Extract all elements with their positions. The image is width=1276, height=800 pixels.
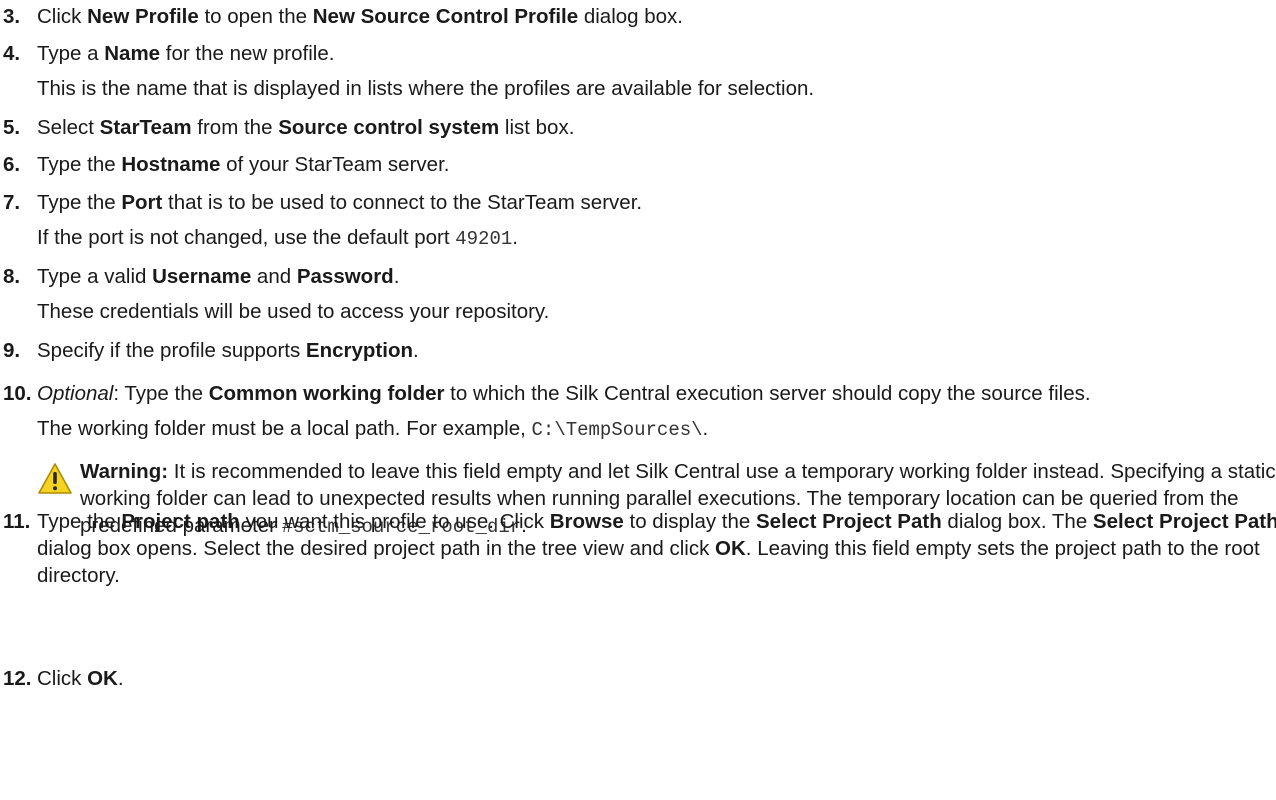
text-run: list box.	[499, 116, 575, 139]
italic-term: Optional	[37, 382, 114, 405]
step-number: 9.	[3, 339, 21, 362]
step-number: 10.	[3, 382, 32, 405]
text-run: Type the	[37, 153, 122, 176]
warning-heading: Warning:	[80, 460, 169, 483]
bold-term: Encryption	[305, 339, 413, 362]
text-run: This is the name that is displayed in li…	[37, 77, 815, 100]
list-item: 9. Specify if the profile supports Encryp…	[0, 337, 1276, 364]
bold-term: Name	[104, 42, 161, 65]
bold-term: OK	[87, 667, 118, 690]
text-run: from the	[191, 116, 279, 139]
list-item: 11. Type the Project path you want this p…	[0, 508, 1276, 589]
list-item: 3. Click New Profile to open the New Sour…	[0, 3, 1276, 30]
step-text: Click OK.	[37, 665, 1276, 692]
step-note: The working folder must be a local path.…	[37, 415, 1276, 444]
step-note: These credentials will be used to access…	[37, 298, 1276, 325]
list-item: 4. Type a Name for the new profile. This i…	[0, 40, 1276, 102]
step-number: 8.	[3, 265, 21, 288]
bold-term: Browse	[549, 510, 624, 533]
step-text: Click New Profile to open the New Source…	[37, 3, 1276, 30]
text-run: Specify if the profile supports	[37, 339, 306, 362]
text-run: These credentials will be used to access…	[37, 300, 550, 323]
step-note: If the port is not changed, use the defa…	[37, 224, 1276, 253]
text-run: Click	[37, 667, 88, 690]
text-run: to which the Silk Central execution serv…	[444, 382, 1091, 405]
bold-term: Select Project Path	[756, 510, 942, 533]
text-run: .	[413, 339, 419, 362]
bold-term: OK	[715, 537, 746, 560]
text-run: : Type the	[113, 382, 209, 405]
bold-term: StarTeam	[99, 116, 192, 139]
warning-triangle-icon	[38, 463, 72, 494]
bold-term: Common working folder	[208, 382, 445, 405]
text-run: .	[393, 265, 400, 288]
step-text: Type the Hostname of your StarTeam serve…	[37, 151, 1276, 178]
step-number: 4.	[3, 42, 21, 65]
code-literal: 49201	[455, 228, 513, 250]
text-run: for the new profile.	[160, 42, 335, 65]
bold-term: Select Project Path	[1092, 510, 1276, 533]
text-run: to open the	[198, 5, 313, 28]
text-run: you want this profile to use. Click	[239, 510, 550, 533]
text-run: dialog box opens. Select the desired pro…	[37, 537, 716, 560]
list-item: 8. Type a valid Username and Password. The…	[0, 263, 1276, 325]
step-text: Type the Project path you want this prof…	[37, 508, 1276, 589]
list-item: 7. Type the Port that is to be used to co…	[0, 189, 1276, 253]
text-run: dialog box. The	[941, 510, 1093, 533]
step-number: 5.	[3, 116, 21, 139]
bold-term: Hostname	[121, 153, 221, 176]
step-text: Type the Port that is to be used to conn…	[37, 189, 1276, 216]
step-text: Type a Name for the new profile.	[37, 40, 1276, 67]
step-text: Type a valid Username and Password.	[37, 263, 1276, 290]
step-note: This is the name that is displayed in li…	[37, 75, 1276, 102]
text-run: that is to be used to connect to the Sta…	[162, 191, 643, 214]
bold-term: Password	[296, 265, 394, 288]
text-run: Type a	[37, 42, 105, 65]
bold-term: Port	[121, 191, 163, 214]
text-run: .	[702, 417, 709, 440]
list-item: 5. Select StarTeam from the Source contro…	[0, 114, 1276, 141]
step-number: 7.	[3, 191, 21, 214]
text-run: Select	[37, 116, 100, 139]
step-number: 3.	[3, 5, 21, 28]
bold-term: Username	[152, 265, 252, 288]
text-run: to display the	[623, 510, 756, 533]
text-run: Type the	[37, 510, 122, 533]
bold-term: New Profile	[87, 5, 199, 28]
step-text: Specify if the profile supports Encrypti…	[37, 337, 1276, 364]
list-item: 12. Click OK.	[0, 665, 1276, 692]
text-run: .	[512, 226, 518, 249]
bold-term: New Source Control Profile	[312, 5, 579, 28]
text-run: and	[251, 265, 297, 288]
step-text: Optional: Type the Common working folder…	[37, 380, 1276, 407]
step-number: 6.	[3, 153, 21, 176]
bold-term: Source control system	[278, 116, 500, 139]
text-run: .	[117, 667, 124, 690]
step-number: 12.	[3, 667, 32, 690]
text-run: of your StarTeam server.	[220, 153, 450, 176]
text-run: Click	[37, 5, 88, 28]
text-run: Type a valid	[37, 265, 153, 288]
text-run: The working folder must be a local path.…	[37, 417, 532, 440]
step-text: Select StarTeam from the Source control …	[37, 114, 1276, 141]
list-item: 6. Type the Hostname of your StarTeam ser…	[0, 151, 1276, 178]
text-run: If the port is not changed, use the defa…	[37, 226, 456, 249]
code-literal: C:\TempSources\	[531, 419, 703, 441]
text-run: dialog box.	[578, 5, 683, 28]
bold-term: Project path	[121, 510, 240, 533]
instruction-list: 3. Click New Profile to open the New Sour…	[0, 0, 1276, 800]
text-run: Type the	[37, 191, 122, 214]
step-number: 11.	[3, 510, 31, 533]
